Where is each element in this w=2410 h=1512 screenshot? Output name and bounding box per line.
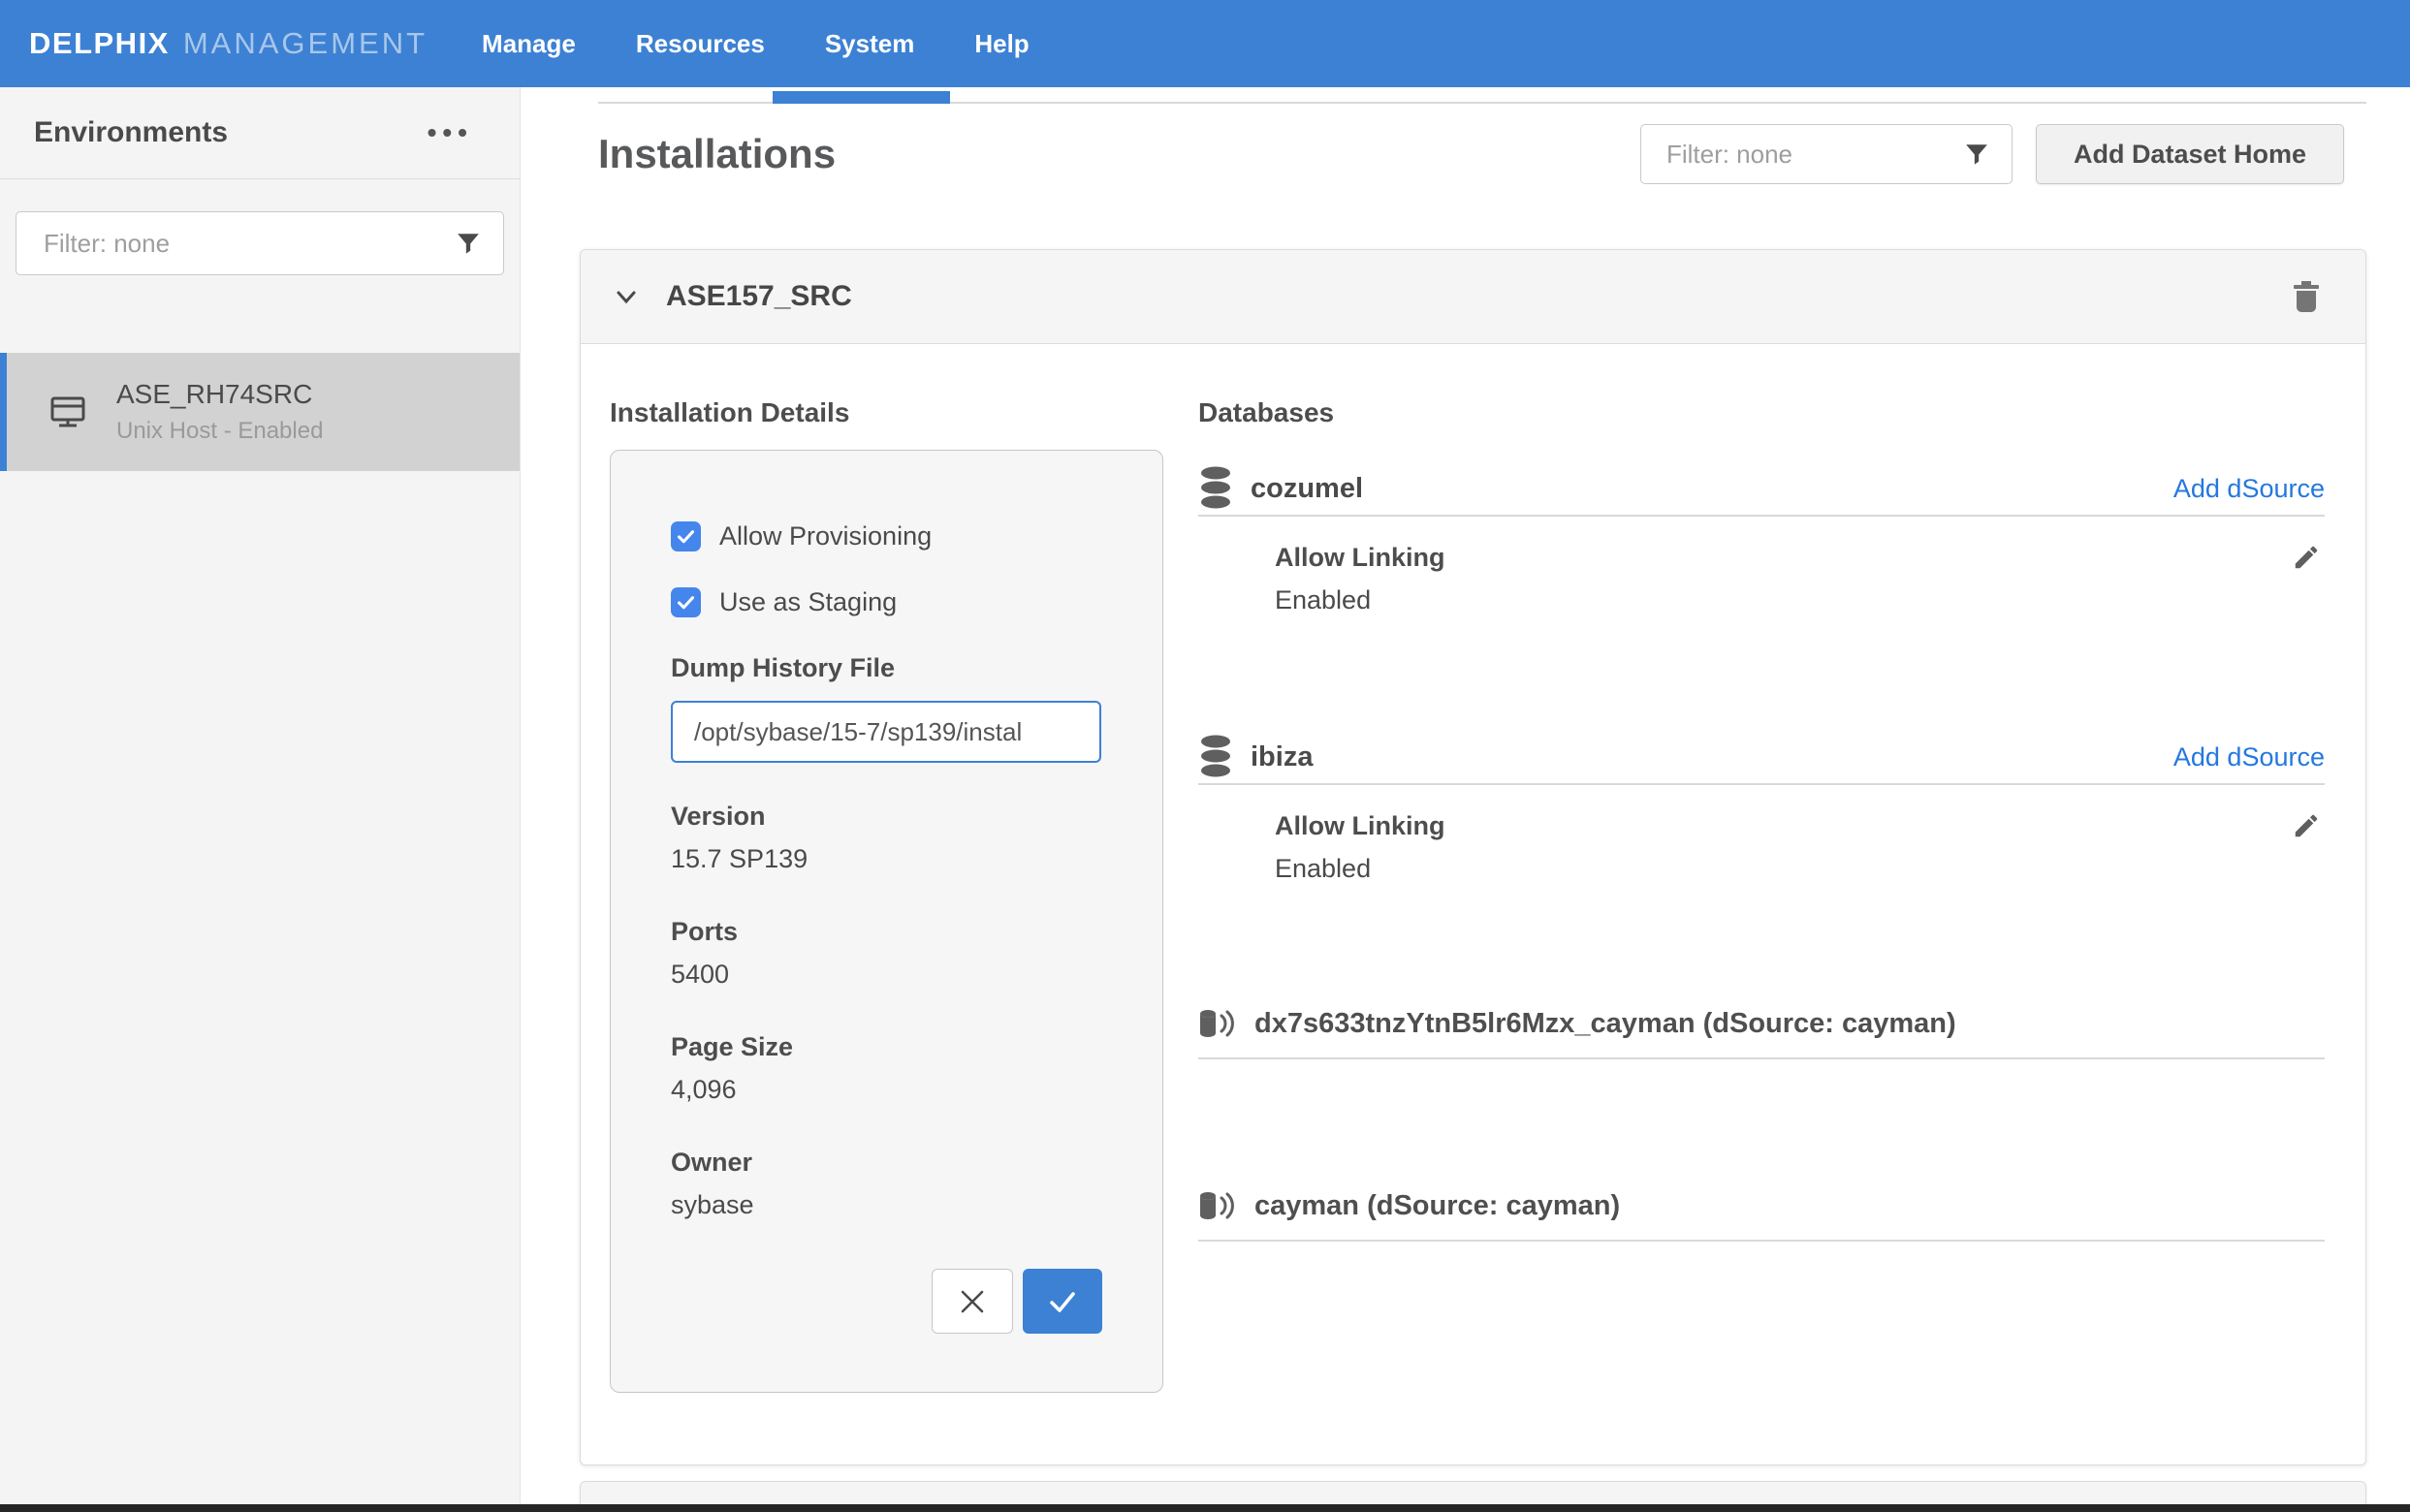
allow-linking-label: Allow Linking (1275, 811, 1445, 841)
database-name-row: ibiza Add dSource (1198, 732, 2325, 785)
environment-filter (16, 211, 504, 275)
use-as-staging-label: Use as Staging (719, 587, 897, 617)
dump-history-file-input[interactable] (671, 701, 1101, 763)
cancel-button[interactable] (932, 1269, 1013, 1334)
add-dsource-link[interactable]: Add dSource (2173, 474, 2325, 504)
tab-bar (598, 102, 2366, 104)
check-icon (1044, 1283, 1081, 1320)
installation-details-column: Installation Details Allow Provisioning (610, 397, 1163, 1393)
allow-provisioning-label: Allow Provisioning (719, 521, 932, 551)
owner-value: sybase (671, 1190, 1102, 1220)
allow-linking-value: Enabled (1275, 854, 2325, 884)
brand-secondary: MANAGEMENT (183, 26, 428, 61)
ellipsis-menu-icon[interactable]: ••• (428, 119, 473, 146)
database-name: ibiza (1251, 741, 1313, 773)
page-title: Installations (598, 131, 836, 177)
nav-manage[interactable]: Manage (482, 29, 576, 59)
chevron-down-icon[interactable] (612, 282, 641, 311)
installation-title: ASE157_SRC (666, 280, 2290, 313)
installation-panel-header: ASE157_SRC (581, 250, 2365, 344)
version-label: Version (671, 802, 1102, 832)
allow-provisioning-checkbox[interactable] (671, 521, 701, 551)
database-icon (1198, 735, 1233, 781)
owner-label: Owner (671, 1148, 1102, 1178)
allow-linking-row: Allow Linking (1275, 811, 2325, 841)
database-properties: Allow Linking Enabled (1198, 785, 2325, 884)
database-icon (1198, 466, 1233, 513)
nav-help[interactable]: Help (974, 29, 1029, 59)
database-name-row: cozumel Add dSource (1198, 463, 2325, 517)
close-icon (956, 1285, 989, 1318)
installation-details-card: Allow Provisioning Use as Staging Dump H… (610, 450, 1163, 1393)
active-tab-indicator (773, 91, 950, 104)
database-properties: Allow Linking Enabled (1198, 517, 2325, 615)
environments-sidebar: Environments ••• ASE_RH74SRC Unix Host -… (0, 87, 521, 1512)
add-dsource-link[interactable]: Add dSource (2173, 742, 2325, 772)
allow-linking-label: Allow Linking (1275, 543, 1445, 573)
installation-panel: ASE157_SRC Installation Details (580, 249, 2366, 1465)
filter-funnel-icon[interactable] (456, 231, 481, 256)
main-content: Installations Add Dataset Home (522, 87, 2410, 1512)
page-header-actions: Add Dataset Home (1640, 124, 2344, 184)
use-as-staging-checkbox[interactable] (671, 587, 701, 617)
details-action-buttons (932, 1269, 1102, 1334)
page-header: Installations Add Dataset Home (598, 124, 2344, 184)
dsource-row: cayman (dSource: cayman) (1198, 1188, 2325, 1242)
allow-linking-value: Enabled (1275, 585, 2325, 615)
edit-pencil-icon[interactable] (2292, 811, 2321, 840)
dsource-row: dx7s633tnzYtnB5lr6Mzx_cayman (dSource: c… (1198, 1006, 2325, 1059)
host-icon (47, 391, 89, 433)
database-name: cozumel (1251, 473, 1363, 505)
dump-history-file-label: Dump History File (671, 653, 1102, 683)
trash-icon[interactable] (2290, 278, 2323, 315)
dsource-icon (1198, 1006, 1239, 1041)
add-dataset-home-button[interactable]: Add Dataset Home (2036, 124, 2344, 184)
delphix-management-screen: DELPHIX MANAGEMENT Manage Resources Syst… (0, 0, 2410, 1512)
brand-primary: DELPHIX (29, 26, 170, 61)
sidebar-item-environment[interactable]: ASE_RH74SRC Unix Host - Enabled (0, 353, 520, 471)
page-size-field: Page Size 4,096 (671, 1032, 1102, 1105)
database-entry-cozumel: cozumel Add dSource Allow Linking (1198, 463, 2325, 615)
dsource-name: cayman (dSource: cayman) (1254, 1190, 1620, 1222)
sidebar-header: Environments ••• (0, 87, 520, 179)
use-as-staging-row: Use as Staging (671, 587, 1102, 617)
filter-funnel-icon[interactable] (1964, 142, 1989, 167)
database-entry-ibiza: ibiza Add dSource Allow Linking (1198, 732, 2325, 884)
environment-name: ASE_RH74SRC (116, 379, 323, 410)
page-size-value: 4,096 (671, 1075, 1102, 1105)
databases-column: Databases cozumel (1198, 397, 2325, 1242)
confirm-button[interactable] (1023, 1269, 1102, 1334)
installation-details-heading: Installation Details (610, 397, 1163, 428)
page-size-label: Page Size (671, 1032, 1102, 1062)
top-nav-bar: DELPHIX MANAGEMENT Manage Resources Syst… (0, 0, 2410, 87)
dsource-icon (1198, 1188, 1239, 1223)
databases-heading: Databases (1198, 397, 2325, 428)
environment-filter-input[interactable] (16, 211, 504, 275)
allow-provisioning-row: Allow Provisioning (671, 521, 1102, 551)
sidebar-title: Environments (34, 116, 228, 149)
ports-label: Ports (671, 917, 1102, 947)
environment-status: Unix Host - Enabled (116, 418, 323, 445)
dsource-name: dx7s633tnzYtnB5lr6Mzx_cayman (dSource: c… (1254, 1008, 1956, 1040)
allow-linking-row: Allow Linking (1275, 543, 2325, 573)
bottom-edge-strip (0, 1504, 2410, 1512)
nav-system[interactable]: System (825, 29, 915, 59)
environment-item-text: ASE_RH74SRC Unix Host - Enabled (116, 379, 323, 445)
version-field: Version 15.7 SP139 (671, 802, 1102, 874)
version-value: 15.7 SP139 (671, 844, 1102, 874)
owner-field: Owner sybase (671, 1148, 1102, 1220)
installation-panel-body: Installation Details Allow Provisioning (581, 344, 2365, 1465)
top-nav-menu: Manage Resources System Help (482, 29, 1030, 59)
ports-field: Ports 5400 (671, 917, 1102, 990)
app-logo: DELPHIX MANAGEMENT (29, 26, 428, 61)
ports-value: 5400 (671, 960, 1102, 990)
installations-filter (1640, 124, 2013, 184)
installations-filter-input[interactable] (1640, 124, 2013, 184)
edit-pencil-icon[interactable] (2292, 543, 2321, 572)
nav-resources[interactable]: Resources (636, 29, 765, 59)
